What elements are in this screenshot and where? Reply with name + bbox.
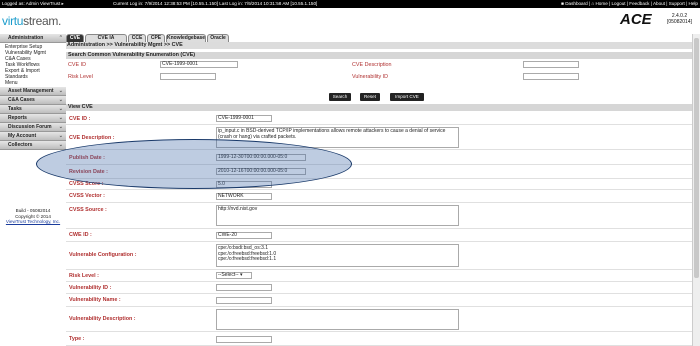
chevron-down-icon: ⌄ <box>58 133 63 139</box>
vulnerability-id-field[interactable] <box>216 284 272 291</box>
version-info: 2.4.0.2 [05082014] <box>666 13 692 25</box>
cvss-vector-row: CVSS Vector : NETWORK <box>66 190 692 203</box>
chevron-down-icon: ⌄ <box>58 97 63 103</box>
tab-knowledgebase[interactable]: Knowledgebase <box>166 34 206 42</box>
vulnerable-configuration-field[interactable]: cpe:/o:bsdi:bsd_os:3.1 cpe:/o:freebsd:fr… <box>216 244 459 267</box>
ace-logo: ACE <box>620 11 652 28</box>
tab-cve[interactable]: CVE <box>66 34 84 42</box>
vulnerability-id-label: Vulnerability ID <box>352 74 389 80</box>
cve-id-field[interactable]: CVE-1999-0001 <box>216 115 272 122</box>
risk-level-select[interactable]: --Select-- ▾ <box>216 272 252 279</box>
vulnerability-name-field[interactable] <box>216 297 272 304</box>
top-status-bar: Logged as: Admin ViewTrust ▸ Current Log… <box>0 0 700 8</box>
tab-oracle[interactable]: Oracle <box>207 34 229 42</box>
type-field[interactable] <box>216 336 272 343</box>
sidebar-section-ca-cases[interactable]: C&A Cases ⌄ <box>0 96 66 105</box>
cvss-source-field[interactable]: http://nvd.nist.gov <box>216 205 459 226</box>
build-info: Build - 05082014 Copyright © 2014 ViewTr… <box>0 208 66 225</box>
sidebar-item-menu[interactable]: Menu <box>5 80 66 86</box>
cwe-id-row: CWE ID : CWE-20 <box>66 229 692 242</box>
chevron-down-icon: ⌄ <box>58 106 63 112</box>
virtustream-logo: virtustream. <box>2 14 62 28</box>
search-cve-description-input[interactable] <box>523 61 579 68</box>
cvss-vector-field[interactable]: NETWORK <box>216 193 272 200</box>
vulnerability-description-field[interactable] <box>216 309 459 330</box>
chevron-down-icon: ⌄ <box>58 124 63 130</box>
chevron-up-icon: ⌃ <box>58 35 63 41</box>
cve-description-label: CVE Description <box>352 62 392 68</box>
sidebar: Administration ⌃ Enterprise Setup Vulnera… <box>0 34 66 346</box>
vulnerability-id-row: Vulnerability ID : <box>66 282 692 294</box>
cve-id-label: CVE ID <box>68 62 86 68</box>
cve-id-row: CVE ID : CVE-1999-0001 <box>66 113 692 125</box>
search-vulnerability-id-input[interactable] <box>523 73 579 80</box>
search-section-title: Search Common Vulnerability Enumeration … <box>66 52 692 59</box>
vulnerability-description-row: Vulnerability Description : <box>66 307 692 332</box>
risk-level-label: Risk Level <box>68 74 93 80</box>
tab-cce[interactable]: CCE <box>128 34 146 42</box>
chevron-down-icon: ⌄ <box>58 115 63 121</box>
login-info-text: Current Log in: 7/9/2014 12:38:53 PM [10… <box>113 1 318 6</box>
search-button[interactable]: Search <box>329 93 351 101</box>
vulnerability-name-row: Vulnerability Name : <box>66 294 692 307</box>
scrollbar-thumb[interactable] <box>694 38 699 278</box>
sidebar-section-reports[interactable]: Reports ⌄ <box>0 114 66 123</box>
sidebar-section-collectors[interactable]: Collectors ⌄ <box>0 141 66 150</box>
sidebar-section-discussion-forum[interactable]: Discussion Forum ⌄ <box>0 123 66 132</box>
chevron-down-icon: ⌄ <box>58 142 63 148</box>
type-row: Type : <box>66 332 692 346</box>
cwe-id-field[interactable]: CWE-20 <box>216 232 272 239</box>
tab-cve-ia-mappings[interactable]: CVE IA Mappings <box>85 34 127 48</box>
search-cve-id-input[interactable]: CVE-1999-0001 <box>160 61 238 68</box>
chevron-down-icon: ⌄ <box>58 88 63 94</box>
sidebar-section-asset-management[interactable]: Asset Management ⌄ <box>0 87 66 96</box>
logged-as-text: Logged as: Admin ViewTrust ▸ <box>2 1 64 6</box>
breadcrumb: Administration >> Vulnerability Mgmt >> … <box>66 42 692 49</box>
sidebar-section-administration[interactable]: Administration ⌃ <box>0 34 66 43</box>
company-link[interactable]: ViewTrust Technology, Inc. <box>0 219 66 225</box>
vertical-scrollbar[interactable] <box>692 34 700 346</box>
app-header: virtustream. ACE 2.4.0.2 [05082014] <box>0 8 700 34</box>
view-cve-section-title: View CVE <box>66 104 692 111</box>
top-nav-links[interactable]: ■ Dashboard | ⌂ Home | Logout | Feedback… <box>561 0 698 8</box>
sidebar-section-tasks[interactable]: Tasks ⌄ <box>0 105 66 114</box>
search-risk-level-input[interactable] <box>160 73 216 80</box>
vulnerable-configuration-row: Vulnerable Configuration : cpe:/o:bsdi:b… <box>66 242 692 270</box>
reset-button[interactable]: Reset <box>360 93 380 101</box>
import-cve-button[interactable]: Import CVE <box>390 93 424 101</box>
tab-cpe[interactable]: CPE <box>147 34 165 42</box>
cvss-source-row: CVSS Source : http://nvd.nist.gov <box>66 203 692 229</box>
highlight-ellipse-annotation <box>36 139 352 189</box>
sidebar-section-my-account[interactable]: My Account ⌄ <box>0 132 66 141</box>
risk-level-row: Risk Level : --Select-- ▾ <box>66 270 692 282</box>
main-content: CVE CVE IA Mappings CCE CPE Knowledgebas… <box>66 34 692 346</box>
